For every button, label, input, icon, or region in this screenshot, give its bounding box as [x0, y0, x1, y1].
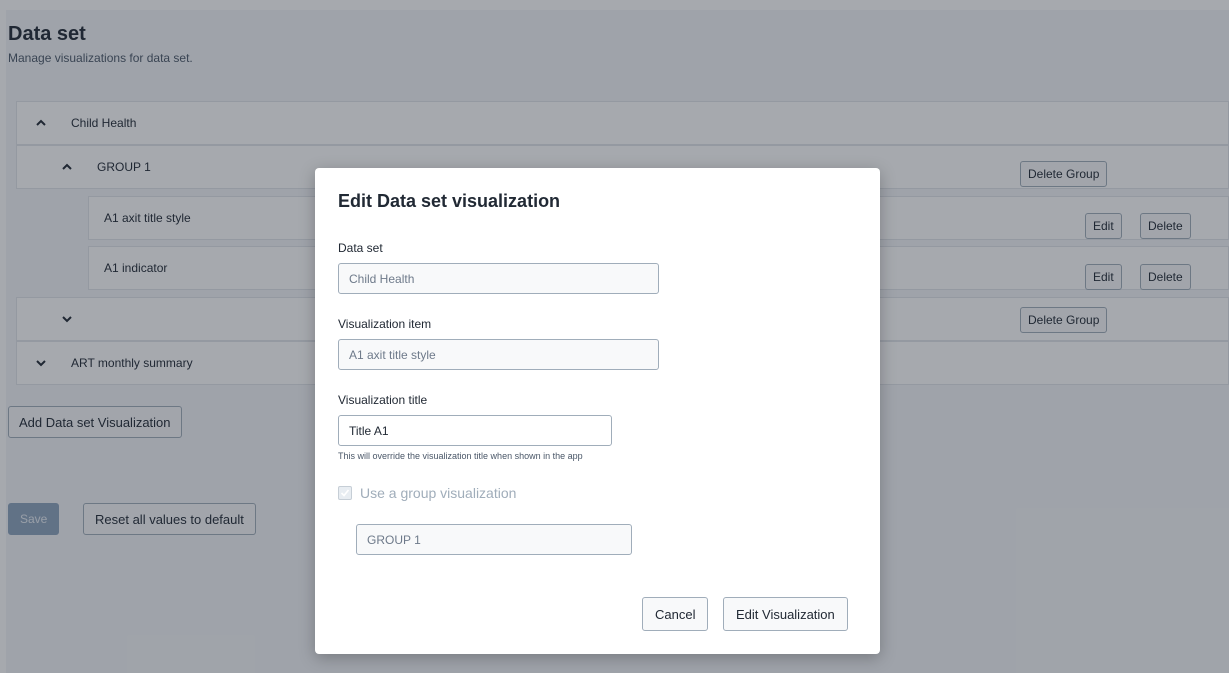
item-field-label: Visualization item: [338, 317, 432, 331]
modal-title: Edit Data set visualization: [338, 191, 561, 211]
item-field: A1 axit title style: [338, 339, 659, 370]
dataset-field: Child Health: [338, 263, 659, 294]
visualization-title-input[interactable]: Title A1: [338, 415, 612, 446]
group-select: GROUP 1: [356, 524, 632, 555]
checkbox-label: Use a group visualization: [360, 485, 517, 501]
group-visualization-checkbox-row[interactable]: Use a group visualization: [338, 485, 516, 501]
title-help-text: This will override the visualization tit…: [338, 451, 583, 461]
checkbox[interactable]: [338, 486, 352, 500]
title-field-label: Visualization title: [338, 393, 428, 407]
cancel-button[interactable]: Cancel: [642, 597, 709, 631]
edit-visualization-modal: Edit Data set visualization Data set Chi…: [315, 168, 880, 654]
dataset-field-label: Data set: [338, 241, 383, 255]
edit-visualization-button[interactable]: Edit Visualization: [723, 597, 848, 631]
